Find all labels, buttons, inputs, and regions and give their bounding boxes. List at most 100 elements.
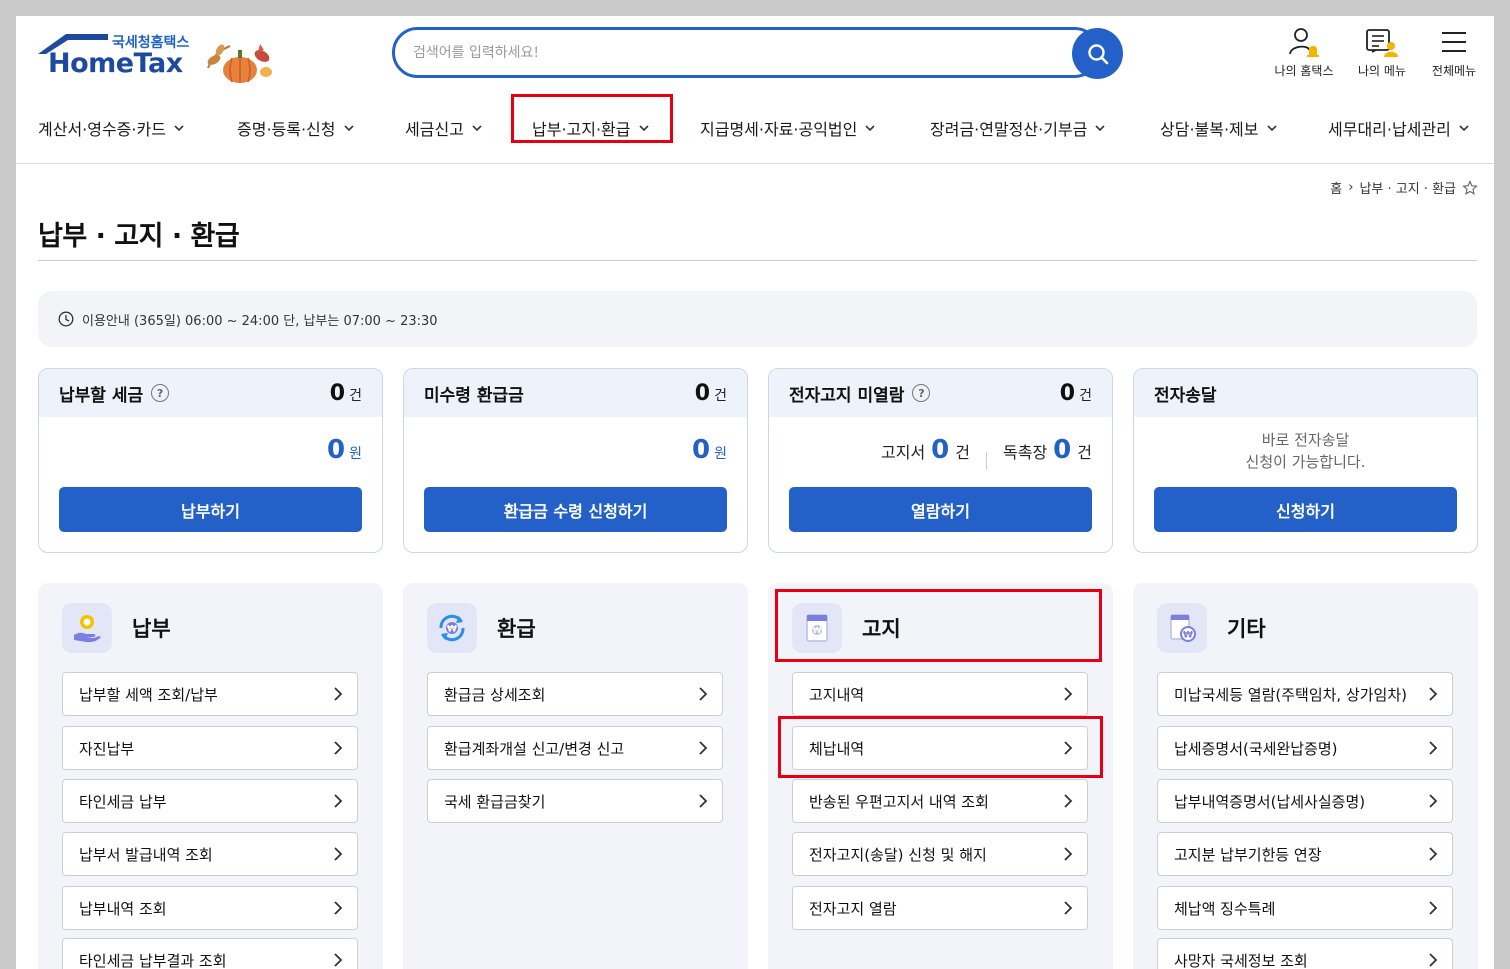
gnb-item-certificate[interactable]: 증명·등록·신청	[237, 110, 354, 146]
link-label: 체납액 징수특례	[1174, 899, 1276, 918]
hometax-logo[interactable]: 국세청홈택스 HomeTax	[36, 30, 276, 86]
chevron-right-icon	[1429, 901, 1438, 915]
pay-button[interactable]: 납부하기	[59, 487, 362, 532]
card-count: 0건	[1060, 381, 1092, 406]
usage-notice-text: 이용안내 (365일) 06:00 ~ 24:00 단, 납부는 07:00 ~…	[82, 313, 438, 329]
star-icon[interactable]	[1462, 179, 1478, 196]
link-others-tax-payment[interactable]: 타인세금 납부	[62, 779, 358, 823]
notice-count: 0	[931, 435, 950, 465]
refund-cycle-icon: ₩	[427, 603, 477, 653]
link-e-notice-view[interactable]: 전자고지 열람	[792, 886, 1088, 930]
gnb-item-tax-return[interactable]: 세금신고	[405, 110, 482, 146]
divider	[986, 452, 987, 470]
chevron-right-icon	[1429, 847, 1438, 861]
help-icon[interactable]: ?	[912, 384, 931, 402]
link-tax-due-inquiry[interactable]: 납부할 세액 조회/납부	[62, 672, 358, 716]
svg-text:₩: ₩	[1183, 631, 1193, 641]
usage-notice: 이용안내 (365일) 06:00 ~ 24:00 단, 납부는 07:00 ~…	[38, 291, 1477, 347]
notice-document-icon: ₩	[792, 603, 842, 653]
my-hometax-button[interactable]: 나의 홈택스	[1264, 26, 1344, 79]
refund-request-button[interactable]: 환급금 수령 신청하기	[424, 487, 727, 532]
svg-text:₩: ₩	[813, 626, 822, 635]
search-button[interactable]	[1072, 28, 1123, 79]
view-notice-button[interactable]: 열람하기	[789, 487, 1092, 532]
search-box	[392, 27, 1100, 78]
link-arrears-special[interactable]: 체납액 징수특례	[1157, 886, 1453, 930]
card-header: 납부할 세금 ? 0건	[39, 369, 382, 417]
link-label: 체납내역	[809, 739, 865, 758]
chevron-right-icon	[1064, 687, 1073, 701]
my-hometax-label: 나의 홈택스	[1274, 64, 1334, 78]
card-taxes-due: 납부할 세금 ? 0건 0원 납부하기	[38, 368, 383, 553]
header: 국세청홈택스 HomeTax 검색어를 입력하세요! 나의 홈택스 나의 메뉴 …	[16, 16, 1494, 96]
card-e-delivery: 전자송달 바로 전자송달 신청이 가능합니다. 신청하기	[1133, 368, 1478, 553]
link-returned-mail-notice[interactable]: 반송된 우편고지서 내역 조회	[792, 779, 1088, 823]
link-self-payment[interactable]: 자진납부	[62, 726, 358, 770]
card-title-text: 미수령 환급금	[424, 385, 524, 406]
search-input[interactable]	[413, 42, 1033, 64]
gnb-item-invoice[interactable]: 계산서·영수증·카드	[38, 110, 184, 146]
chevron-right-icon	[334, 847, 343, 861]
link-label: 전자고지 열람	[809, 899, 897, 918]
gnb-item-consulting[interactable]: 상담·불복·제보	[1160, 110, 1277, 146]
my-menu-button[interactable]: 나의 메뉴	[1342, 26, 1422, 79]
card-count: 0건	[695, 381, 727, 406]
apply-button[interactable]: 신청하기	[1154, 487, 1457, 532]
link-unpaid-tax-view[interactable]: 미납국세등 열람(주택임차, 상가임차)	[1157, 672, 1453, 716]
panel-header: ₩ 환급	[427, 603, 536, 653]
link-e-notice-apply[interactable]: 전자고지(송달) 신청 및 해지	[792, 832, 1088, 876]
card-header: 전자고지 미열람 ? 0건	[769, 369, 1112, 417]
link-label: 전자고지(송달) 신청 및 해지	[809, 845, 987, 864]
panel-title: 환급	[497, 617, 536, 641]
gnb-label: 계산서·영수증·카드	[38, 120, 166, 139]
breadcrumb-current: 납부 · 고지 · 환급	[1359, 182, 1456, 197]
other-receipt-coin-icon: ₩	[1157, 603, 1207, 653]
chevron-right-icon	[334, 687, 343, 701]
link-label: 반송된 우편고지서 내역 조회	[809, 792, 989, 811]
gnb-item-tax-agent[interactable]: 세무대리·납세관리	[1328, 110, 1469, 146]
link-find-refund[interactable]: 국세 환급금찾기	[427, 779, 723, 823]
gnb-item-statements[interactable]: 지급명세·자료·공익법인	[700, 110, 875, 146]
link-refund-detail[interactable]: 환급금 상세조회	[427, 672, 723, 716]
link-deadline-extension[interactable]: 고지분 납부기한등 연장	[1157, 832, 1453, 876]
link-notice-history[interactable]: 고지내역	[792, 672, 1088, 716]
breadcrumb-home[interactable]: 홈	[1330, 178, 1342, 197]
gnb-item-payment[interactable]: 납부·고지·환급	[532, 110, 649, 146]
breadcrumb-separator: ›	[1348, 180, 1354, 195]
link-label: 고지분 납부기한등 연장	[1174, 845, 1322, 864]
link-deceased-tax-info[interactable]: 사망자 국세정보 조회	[1157, 938, 1453, 969]
reminder-label: 독촉장	[1003, 443, 1048, 462]
notice-label: 고지서	[881, 443, 926, 462]
chevron-right-icon	[334, 901, 343, 915]
link-payment-history[interactable]: 납부내역 조회	[62, 886, 358, 930]
chevron-right-icon	[1064, 847, 1073, 861]
chevron-right-icon	[1429, 794, 1438, 808]
card-amount-value: 0	[692, 435, 711, 465]
link-payment-cert[interactable]: 납부내역증명서(납세사실증명)	[1157, 779, 1453, 823]
gnb-label: 상담·불복·제보	[1160, 120, 1259, 139]
card-message-line: 바로 전자송달	[1261, 431, 1350, 449]
my-menu-label: 나의 메뉴	[1358, 64, 1406, 78]
chevron-right-icon	[699, 687, 708, 701]
link-refund-account[interactable]: 환급계좌개설 신고/변경 신고	[427, 726, 723, 770]
gnb-label: 세무대리·납세관리	[1328, 120, 1451, 139]
link-tax-clearance-cert[interactable]: 납세증명서(국세완납증명)	[1157, 726, 1453, 770]
link-payment-slip-history[interactable]: 납부서 발급내역 조회	[62, 832, 358, 876]
all-menu-button[interactable]: 전체메뉴	[1414, 26, 1494, 79]
help-icon[interactable]: ?	[151, 384, 170, 402]
panel-refund: ₩ 환급	[403, 583, 748, 969]
link-label: 환급금 상세조회	[444, 685, 546, 704]
gnb-item-incentives[interactable]: 장려금·연말정산·기부금	[930, 110, 1105, 146]
link-label: 환급계좌개설 신고/변경 신고	[444, 739, 625, 758]
card-count-unit: 건	[349, 387, 362, 404]
card-title: 전자송달	[1154, 381, 1217, 406]
panel-title: 납부	[132, 617, 171, 641]
card-header: 전자송달	[1134, 369, 1477, 417]
card-title: 납부할 세금 ?	[59, 381, 170, 406]
link-others-payment-result[interactable]: 타인세금 납부결과 조회	[62, 938, 358, 969]
link-label: 납부서 발급내역 조회	[79, 845, 213, 864]
card-count-value: 0	[1059, 380, 1076, 406]
panel-header: ₩ 기타	[1157, 603, 1266, 653]
card-amount-unit: 원	[714, 446, 727, 462]
link-arrears-history[interactable]: 체납내역	[792, 726, 1088, 770]
